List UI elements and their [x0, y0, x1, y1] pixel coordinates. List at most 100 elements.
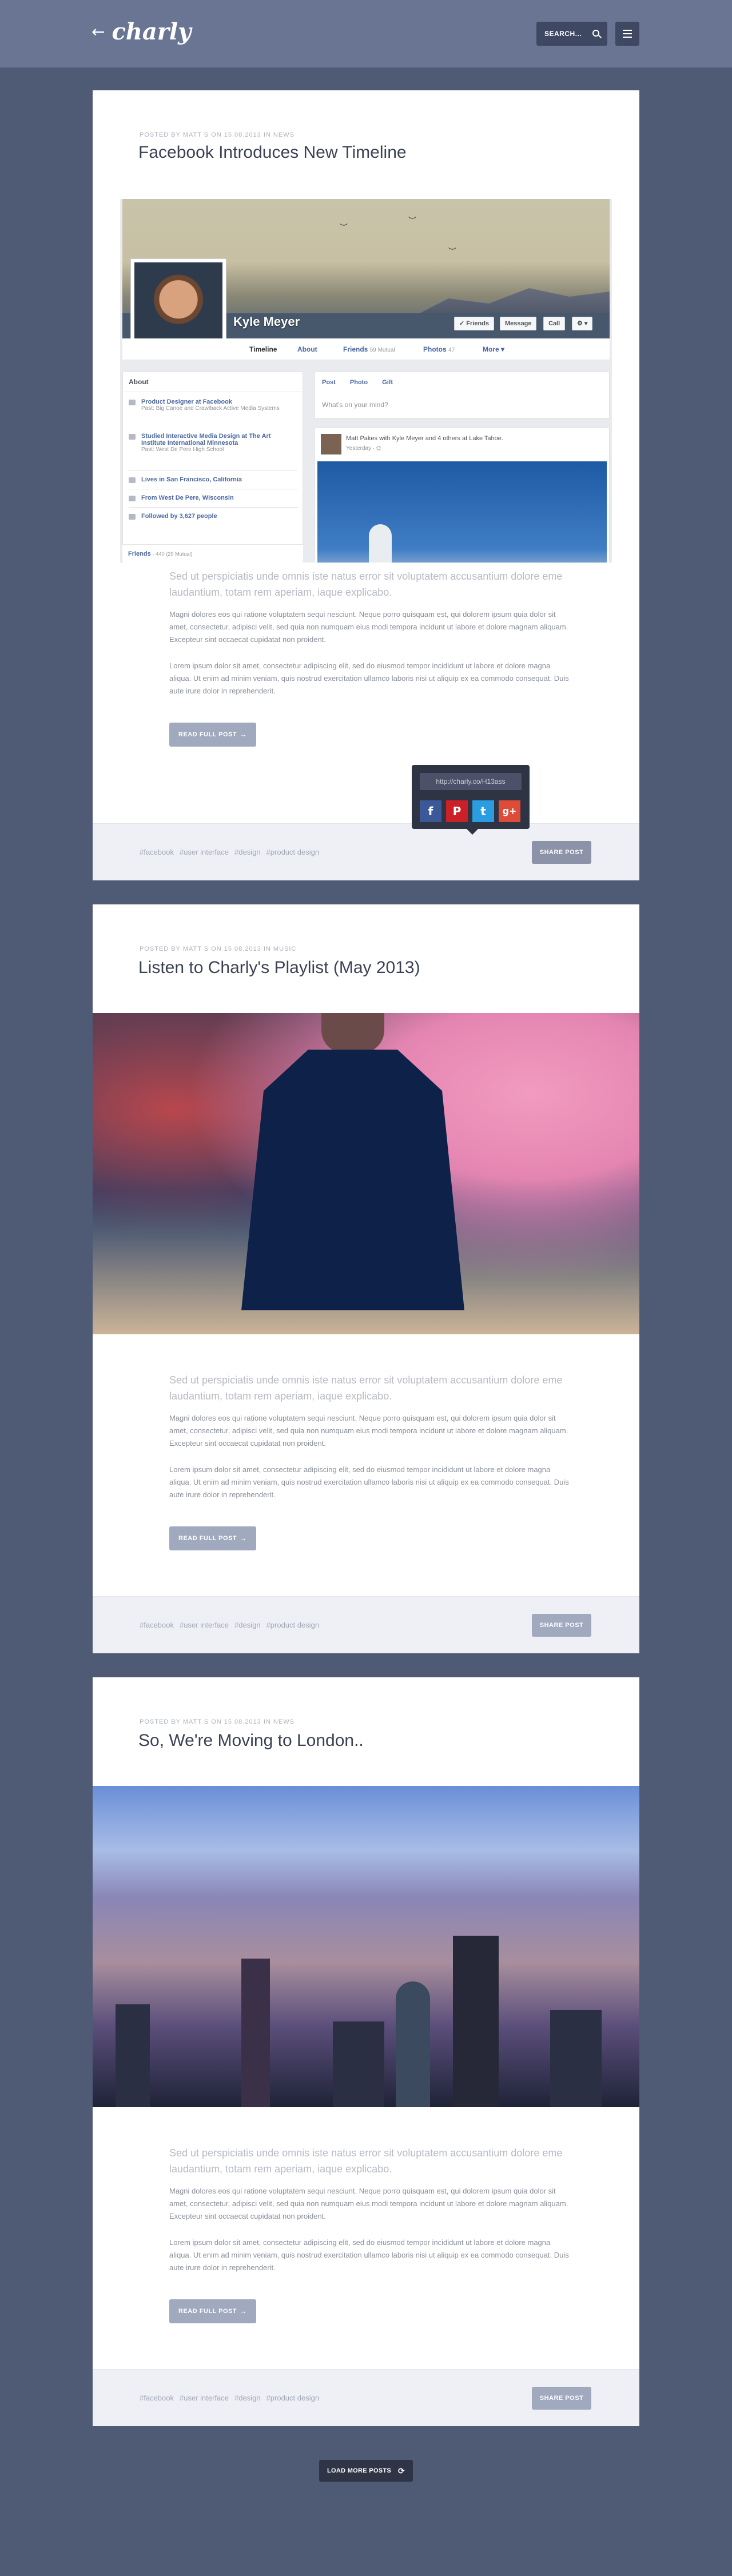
search-icon	[592, 30, 599, 37]
friends-label: Friends	[128, 551, 151, 557]
post-meta: POSTED BY MATT S ON 15.08.2013 IN NEWS	[140, 1718, 295, 1725]
logo-text: charly	[112, 18, 192, 45]
nav-friends-count: 59 Mutual	[369, 347, 395, 353]
building	[550, 2010, 602, 2107]
share-post-button[interactable]: SHARE POST	[532, 1614, 591, 1637]
facebook-icon[interactable]: f	[420, 800, 441, 822]
tag-link[interactable]: #product design	[266, 848, 320, 856]
tag-list: #facebook #user interface #design #product …	[140, 848, 325, 856]
post-paragraph-2: Lorem ipsum dolor sit amet, consectetur …	[169, 661, 569, 695]
building	[333, 2021, 384, 2107]
post-paragraph-1: Magni dolores eos qui ratione voluptatem…	[169, 610, 568, 644]
load-more-label: LOAD MORE POSTS	[327, 2467, 392, 2474]
post-hero-image	[93, 1013, 639, 1334]
load-more-button[interactable]: LOAD MORE POSTS ⟳	[319, 2460, 413, 2482]
share-popup: http://charly.co/H13ass f P t g+	[412, 765, 530, 835]
post-paragraph-2: Lorem ipsum dolor sit amet, consectetur …	[169, 1465, 569, 1499]
post-meta: POSTED BY MATT S ON 15.08.2013 IN NEWS	[140, 131, 295, 138]
post-card-2: POSTED BY MATT S ON 15.08.2013 IN MUSIC …	[93, 904, 639, 1653]
about-row-followers: Followed by 3,627 people	[129, 513, 217, 520]
post-title[interactable]: So, We're Moving to London..	[138, 1731, 364, 1750]
nav-photos: Photos 47	[423, 345, 455, 353]
composer-placeholder: What's on your mind?	[322, 401, 388, 409]
post-card-1: POSTED BY MATT S ON 15.08.2013 IN NEWS F…	[93, 90, 639, 880]
share-post-button[interactable]: SHARE POST	[532, 2387, 591, 2410]
tag-link[interactable]: #facebook	[140, 2394, 174, 2402]
about-row-from: From West De Pere, Wisconsin	[129, 495, 234, 501]
read-label: READ FULL POST	[178, 1535, 237, 1542]
person-shirt	[241, 1050, 464, 1310]
about-work-main: Product Designer at Facebook	[141, 398, 232, 405]
nav-about: About	[297, 345, 317, 353]
tag-link[interactable]: #design	[234, 2394, 261, 2402]
about-work-sub: Past: Big Canoe and Crawlback Active Med…	[141, 405, 280, 412]
bird-icon: ︶	[408, 216, 416, 225]
post-time: Yesterday · ⛭	[346, 445, 381, 452]
post-paragraph-1: Magni dolores eos qui ratione voluptatem…	[169, 1414, 568, 1447]
composer-photo: Photo	[349, 379, 368, 386]
post-title[interactable]: Listen to Charly's Playlist (May 2013)	[138, 958, 420, 978]
menu-button[interactable]	[615, 22, 639, 46]
tag-link[interactable]: #design	[234, 848, 261, 856]
friends-count: · 440 (29 Mutual)	[152, 551, 193, 557]
share-post-button[interactable]: SHARE POST	[532, 841, 591, 864]
tag-link[interactable]: #user interface	[180, 1621, 229, 1629]
search-label: SEARCH...	[544, 30, 582, 38]
back-arrow-icon[interactable]: ←	[92, 22, 105, 41]
read-full-post-button[interactable]: READ FULL POST →	[169, 1526, 256, 1550]
twitter-icon[interactable]: t	[472, 800, 494, 822]
about-study-sub: Past: West De Pere High School	[141, 446, 224, 453]
tag-link[interactable]: #product design	[266, 2394, 320, 2402]
message-button: Message	[500, 317, 537, 330]
tag-link[interactable]: #product design	[266, 1621, 320, 1629]
nav-friends: Friends 59 Mutual	[343, 345, 395, 353]
hero-person	[218, 1013, 487, 1334]
read-label: READ FULL POST	[178, 2308, 237, 2315]
google-plus-icon[interactable]: g+	[499, 800, 520, 822]
post-title[interactable]: Facebook Introduces New Timeline	[138, 143, 407, 162]
post-footer: #facebook #user interface #design #product …	[93, 2369, 639, 2426]
site-header: ← charly SEARCH...	[0, 0, 732, 67]
nav-friends-label: Friends	[343, 345, 368, 353]
nav-timeline: Timeline	[249, 345, 277, 353]
person-head	[321, 1013, 384, 1053]
post-lead: Sed ut perspiciatis unde omnis iste natu…	[169, 2147, 563, 2175]
share-url-field[interactable]: http://charly.co/H13ass	[420, 773, 522, 790]
building-gherkin	[396, 1981, 430, 2107]
bird-icon: ︶	[340, 223, 348, 232]
post-text: Matt Pakes with Kyle Meyer and 4 others …	[346, 435, 503, 442]
post-card-3: POSTED BY MATT S ON 15.08.2013 IN NEWS S…	[93, 1677, 639, 2426]
about-study-main: Studied Interactive Media Design at The …	[141, 433, 271, 446]
status-composer: Post Photo Gift What's on your mind?	[315, 372, 610, 418]
friends-box: Friends · 440 (29 Mutual)	[122, 544, 303, 561]
building	[453, 1936, 499, 2107]
friends-button: ✓ Friends	[454, 317, 495, 330]
pinterest-icon[interactable]: P	[446, 800, 468, 822]
hamburger-icon	[623, 30, 632, 31]
profile-name: Kyle Meyer	[233, 314, 300, 329]
read-full-post-button[interactable]: READ FULL POST →	[169, 723, 256, 747]
tag-link[interactable]: #user interface	[180, 2394, 229, 2402]
tag-link[interactable]: #facebook	[140, 1621, 174, 1629]
tag-list: #facebook #user interface #design #product …	[140, 1621, 325, 1629]
arrow-right-icon: →	[239, 730, 247, 739]
arrow-right-icon: →	[239, 2307, 247, 2315]
post-footer: #facebook #user interface #design #product …	[93, 823, 639, 880]
read-label: READ FULL POST	[178, 731, 237, 738]
tag-link[interactable]: #facebook	[140, 848, 174, 856]
profile-nav: Timeline About Friends 59 Mutual Photos …	[122, 338, 610, 360]
read-full-post-button[interactable]: READ FULL POST →	[169, 2299, 256, 2323]
tag-link[interactable]: #user interface	[180, 848, 229, 856]
tag-link[interactable]: #design	[234, 1621, 261, 1629]
nav-photos-count: 47	[448, 347, 455, 353]
search-button[interactable]: SEARCH...	[536, 22, 607, 46]
about-row-work: Product Designer at Facebook Past: Big Ca…	[129, 398, 295, 412]
hamburger-icon-line	[623, 33, 632, 34]
site-logo[interactable]: ← charly	[92, 19, 191, 45]
refresh-icon: ⟳	[397, 2466, 405, 2475]
about-title: About	[123, 372, 303, 392]
composer-gift: Gift	[382, 379, 393, 386]
composer-actions: Post Photo Gift	[322, 379, 405, 386]
building	[241, 1959, 270, 2107]
post-paragraph-1: Magni dolores eos qui ratione voluptatem…	[169, 2187, 568, 2220]
